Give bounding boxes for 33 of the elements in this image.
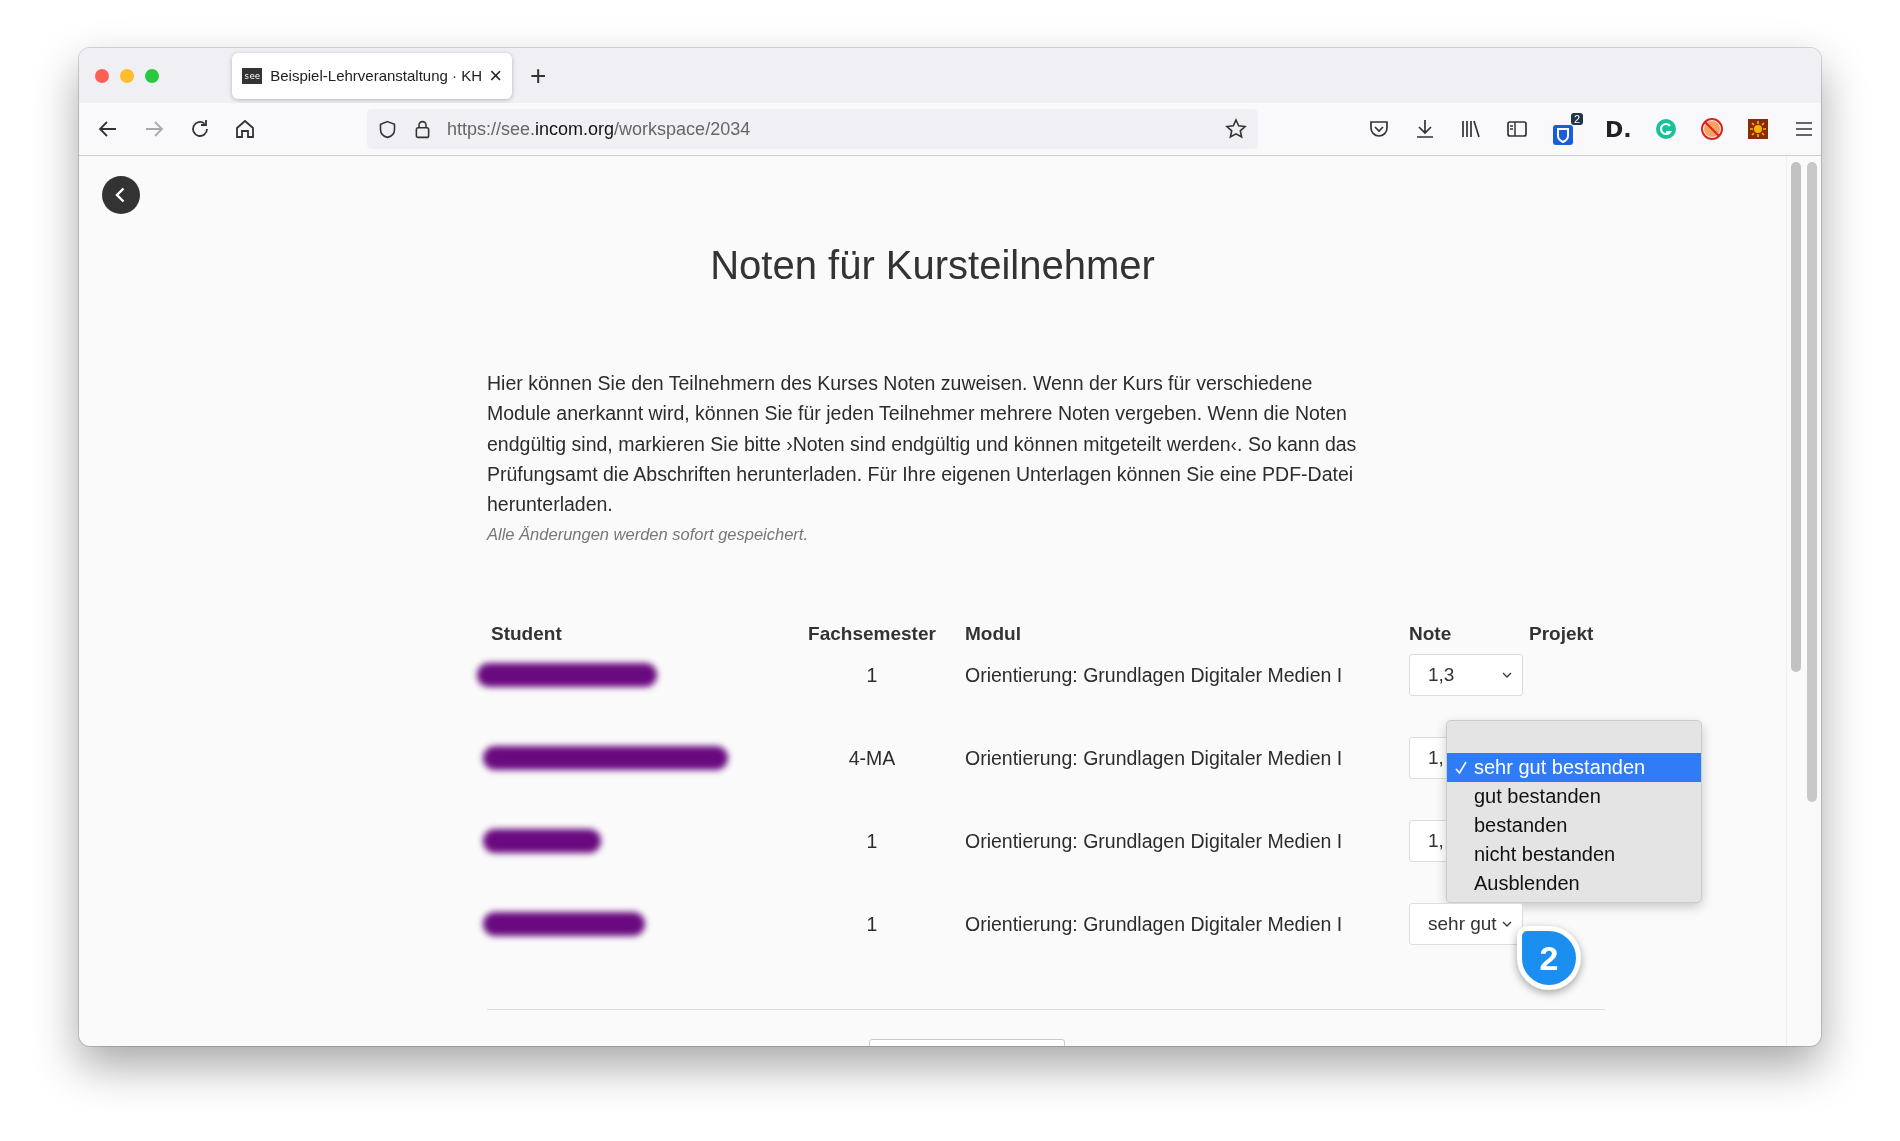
table-cell-text: Orientierung: Grundlagen Digitaler Medien I xyxy=(964,830,1344,853)
column-header: Student xyxy=(490,623,563,646)
intro-paragraph: Hier können Sie den Teilnehmern des Kurses Noten zuweisen. Wenn der Kurs für verschiedene Module anerkannt wird, können Sie für jeden Teilnehmer mehrere Noten vergeben. Wenn die Noten endgültig sind, markieren Sie bitte ›Noten sind endgültig und können mitgeteilt werden‹. So kann das Prüfungsamt die Abschriften herunterladen. Für Ihre eigenen Unterlagen können Sie eine PDF-Datei herunterladen. xyxy=(487,371,1358,518)
grade-select[interactable]: 1,3 xyxy=(1409,654,1523,697)
table-cell: 1 xyxy=(866,913,878,936)
favicon: see xyxy=(242,67,263,84)
grade-select[interactable]: sehr gut xyxy=(1409,903,1523,946)
dropdown-option[interactable]: Ausblenden xyxy=(1447,869,1701,899)
url-text: https://see.incom.org/workspace/2034 xyxy=(447,118,751,140)
dropdown-option[interactable]: gut bestanden xyxy=(1447,782,1701,812)
dropdown-option[interactable]: nicht bestanden xyxy=(1447,840,1701,870)
column-header: Fachsemester xyxy=(808,623,936,646)
address-bar[interactable]: https://see.incom.org/workspace/2034 xyxy=(367,109,1258,149)
dropdown-option[interactable]: bestanden xyxy=(1447,811,1701,841)
column-header: Projekt xyxy=(1529,623,1595,646)
column-header: Modul xyxy=(964,623,1022,646)
autosave-note: Alle Änderungen werden sofort gespeichert. xyxy=(487,525,810,545)
close-tab-button[interactable]: × xyxy=(489,64,502,87)
table-cell: 1 xyxy=(866,830,878,853)
table-cell-text: Orientierung: Grundlagen Digitaler Medien I xyxy=(964,664,1344,687)
new-tab-button[interactable]: + xyxy=(530,61,547,90)
column-header: Note xyxy=(1409,623,1453,646)
callout-badge: 2 xyxy=(1517,926,1581,991)
tab-title: Beispiel-Lehrveranstaltung · KH xyxy=(270,67,482,84)
table-cell-text: Orientierung: Grundlagen Digitaler Medien I xyxy=(964,747,1344,770)
table-cell: 4-MA xyxy=(848,747,896,770)
table-cell: 1 xyxy=(866,664,878,687)
table-cell-text: Orientierung: Grundlagen Digitaler Medien I xyxy=(964,913,1344,936)
shield-extension-button[interactable]: 2 xyxy=(1551,113,1583,145)
dropdown-option[interactable]: sehr gut bestanden xyxy=(1447,753,1701,783)
browser-tab[interactable]: see Beispiel-Lehrveranstaltung · KH × xyxy=(232,52,512,99)
extension-button[interactable]: D. xyxy=(1605,116,1632,142)
page-title: Noten für Kursteilnehmer xyxy=(709,242,1156,289)
